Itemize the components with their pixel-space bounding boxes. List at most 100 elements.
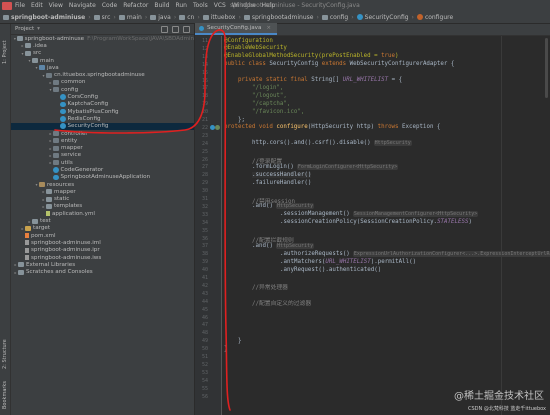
line-number: 14: [201, 61, 208, 68]
crumb-class[interactable]: SecurityConfig ›: [356, 14, 414, 21]
code-line[interactable]: "/captcha",: [252, 101, 290, 107]
code-line[interactable]: public class SecurityConfig extends WebS…: [224, 61, 454, 67]
code-line[interactable]: .sessionCreationPolicy(SessionCreationPo…: [280, 219, 472, 225]
tree-item[interactable]: SecurityConfig: [11, 122, 194, 130]
menu-refactor[interactable]: Refactor: [123, 2, 148, 9]
crumb-project[interactable]: springboot-adminiuse ›: [3, 14, 91, 21]
folder-icon: [18, 262, 24, 268]
menu-view[interactable]: View: [49, 2, 63, 9]
tree-item[interactable]: ▾ cn.ittuebox.springbootadminuse: [11, 71, 194, 78]
menu-edit[interactable]: Edit: [31, 2, 43, 9]
tree-item[interactable]: CodeGenerator: [11, 166, 194, 173]
code-line[interactable]: .antMatchers(URL_WHITELIST).permitAll(): [280, 259, 416, 265]
crumb-config[interactable]: config ›: [321, 14, 354, 21]
tree-item[interactable]: RedisConfig: [11, 115, 194, 122]
code-line[interactable]: "/favicon.ico",: [252, 109, 304, 115]
tree-item[interactable]: ▾ src: [11, 50, 194, 57]
code-line[interactable]: //配置自定义的过滤器: [252, 298, 311, 307]
code-line[interactable]: @Configuration: [224, 38, 273, 44]
gear-icon[interactable]: [183, 25, 190, 33]
code-line[interactable]: };: [238, 117, 245, 123]
code-line[interactable]: @EnableWebSecurity: [224, 45, 287, 51]
tree-item[interactable]: ▸ mapper: [11, 144, 194, 151]
tree-item-label: main: [40, 57, 54, 64]
tree-item[interactable]: ▸ service: [11, 152, 194, 159]
menu-navigate[interactable]: Navigate: [69, 2, 96, 9]
crumb-src[interactable]: src ›: [93, 14, 116, 21]
close-icon[interactable]: ×: [266, 25, 271, 31]
tree-item[interactable]: ▸ Scratches and Consoles: [11, 269, 194, 276]
tree-item[interactable]: KaptchaConfig: [11, 101, 194, 108]
tree-item[interactable]: ▸ entity: [11, 137, 194, 144]
code-line[interactable]: private static final String[] URL_WHITEL…: [238, 77, 402, 83]
structure-tool-button[interactable]: 2: Structure: [2, 339, 8, 369]
tree-item[interactable]: ▸ mapper: [11, 188, 194, 195]
collapse-icon[interactable]: [172, 25, 179, 33]
menu-file[interactable]: File: [15, 2, 25, 9]
project-panel-title[interactable]: Project: [15, 26, 34, 32]
tree-item[interactable]: ▸ controller: [11, 130, 194, 137]
code-line[interactable]: }: [238, 338, 242, 344]
code-line[interactable]: @EnableGlobalMethodSecurity(prePostEnabl…: [224, 53, 399, 59]
tree-item[interactable]: ▾ main: [11, 57, 194, 64]
tree-item[interactable]: ▸ target: [11, 225, 194, 232]
crumb-main[interactable]: main ›: [118, 14, 147, 21]
tree-item[interactable]: ▸ static: [11, 196, 194, 203]
bookmarks-tool-button[interactable]: Bookmarks: [2, 381, 8, 409]
tree-item-label: test: [40, 218, 51, 225]
tab-securityconfig[interactable]: SecurityConfig.java ×: [195, 23, 278, 35]
project-tool-button[interactable]: 1: Project: [2, 40, 8, 64]
chevron-down-icon[interactable]: ▾: [37, 26, 40, 32]
editor-scrollbar[interactable]: [545, 38, 548, 98]
tree-item[interactable]: CorsConfig: [11, 93, 194, 100]
code-line[interactable]: .sessionManagement() SessionManagementCon…: [280, 211, 479, 218]
code-line[interactable]: }: [224, 346, 228, 352]
code-line[interactable]: .formLogin() FormLoginConfigurer<HttpSecu…: [252, 163, 399, 170]
menu-build[interactable]: Build: [154, 2, 169, 9]
tree-item[interactable]: application.yml: [11, 210, 194, 217]
bean-gutter-icon[interactable]: [215, 124, 220, 130]
code-line[interactable]: protected void configure(HttpSecurity ht…: [224, 124, 440, 130]
tree-item[interactable]: ▾ resources: [11, 181, 194, 188]
code-line[interactable]: "/logout",: [252, 93, 287, 99]
tree-item[interactable]: springboot-adminuse.iml: [11, 239, 194, 246]
tree-item-label: SpringbootAdminuseApplication: [60, 174, 151, 181]
tree-item[interactable]: ▾ java: [11, 64, 194, 71]
tree-item[interactable]: springboot-adminuse.iws: [11, 254, 194, 261]
code-line[interactable]: .successHandler(): [252, 171, 312, 178]
tree-item[interactable]: ▸ common: [11, 79, 194, 86]
menu-run[interactable]: Run: [175, 2, 187, 9]
code-line[interactable]: //异常处理器: [252, 282, 288, 291]
code-line[interactable]: "/login",: [252, 85, 283, 91]
locate-icon[interactable]: [161, 25, 168, 33]
tree-item[interactable]: ▸ External Libraries: [11, 261, 194, 268]
menu-code[interactable]: Code: [102, 2, 117, 9]
crumb-cn[interactable]: cn ›: [179, 14, 200, 21]
code-token: @EnableWebSecurity: [224, 45, 287, 52]
code-line[interactable]: .and() HttpSecurity: [252, 242, 315, 249]
tree-item[interactable]: ▾ config: [11, 86, 194, 93]
tree-item[interactable]: ▸ utils: [11, 159, 194, 166]
tree-item[interactable]: ▸ templates: [11, 203, 194, 210]
code-line[interactable]: .and() HttpSecurity: [252, 203, 315, 210]
tree-item[interactable]: springboot-adminuse.ipr: [11, 247, 194, 254]
line-number: 50: [201, 346, 208, 353]
crumb-ittuebox[interactable]: ittuebox ›: [202, 14, 241, 21]
code-line[interactable]: .authorizeRequests() ExpressionUrlAuthori…: [280, 250, 550, 257]
tree-item[interactable]: SpringbootAdminuseApplication: [11, 174, 194, 181]
tree-item[interactable]: ▸ .idea: [11, 42, 194, 49]
tree-item[interactable]: ▾ springboot-adminuse F:\ProgramWorkSpace\…: [11, 35, 194, 42]
crumb-package[interactable]: springbootadminuse ›: [243, 14, 319, 21]
code-line[interactable]: http.cors().and().csrf().disable() HttpSe…: [252, 140, 412, 147]
crumb-java[interactable]: java ›: [150, 14, 176, 21]
tree-item[interactable]: pom.xml: [11, 232, 194, 239]
code-line[interactable]: .anyRequest().authenticated(): [280, 267, 381, 273]
code-line[interactable]: .failureHandler(): [252, 180, 311, 186]
tree-item[interactable]: MybatisPlusConfig: [11, 108, 194, 115]
tree-item[interactable]: ▸ test: [11, 217, 194, 224]
crumb-method[interactable]: configure: [416, 14, 453, 21]
folder-icon: [3, 14, 9, 20]
line-number: 44: [201, 298, 208, 305]
menu-vcs[interactable]: VCS: [214, 2, 226, 9]
menu-tools[interactable]: Tools: [193, 2, 208, 9]
